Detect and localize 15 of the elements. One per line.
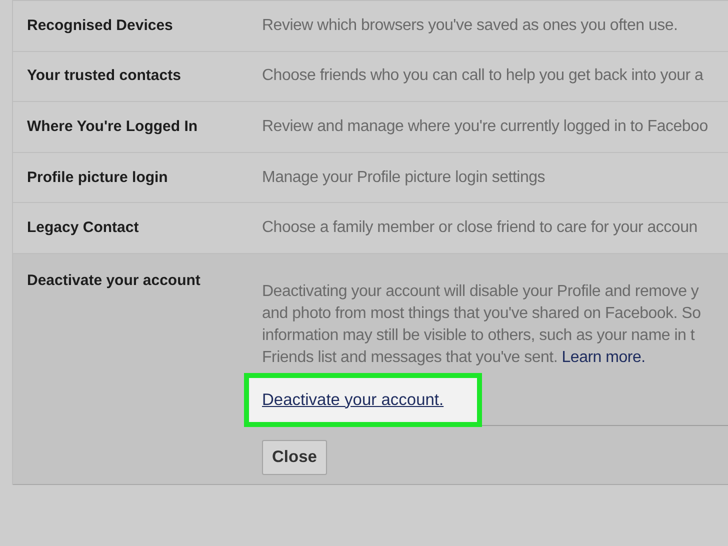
description-paragraph: Deactivating your account will disable your Profile and remove y and photo from most things that you've shared on Facebook. So information may still be visible to others, such as your name in t Friends list and messages that you've sent. Learn more. [262,282,702,368]
setting-description: Manage your Profile picture login settings [262,168,545,188]
learn-more-link[interactable]: Learn more. [562,348,646,366]
setting-description: Choose a family member or close friend to care for your accoun [262,218,698,238]
setting-label: Recognised Devices [27,16,173,34]
setting-description: Review which browsers you've saved as ones you often use. [262,16,678,36]
setting-label: Where You're Logged In [27,118,198,135]
setting-description: Choose friends who you can call to help you get back into your a [262,66,704,86]
close-button[interactable]: Close [262,440,327,475]
setting-label: Profile picture login [27,168,168,186]
section-title: Deactivate your account [27,272,200,289]
setting-label: Your trusted contacts [27,67,181,84]
deactivate-link[interactable]: Deactivate your account. [262,388,444,412]
setting-description: Review and manage where you're currently logged in to Faceboo [262,116,708,137]
setting-label: Legacy Contact [27,219,139,236]
